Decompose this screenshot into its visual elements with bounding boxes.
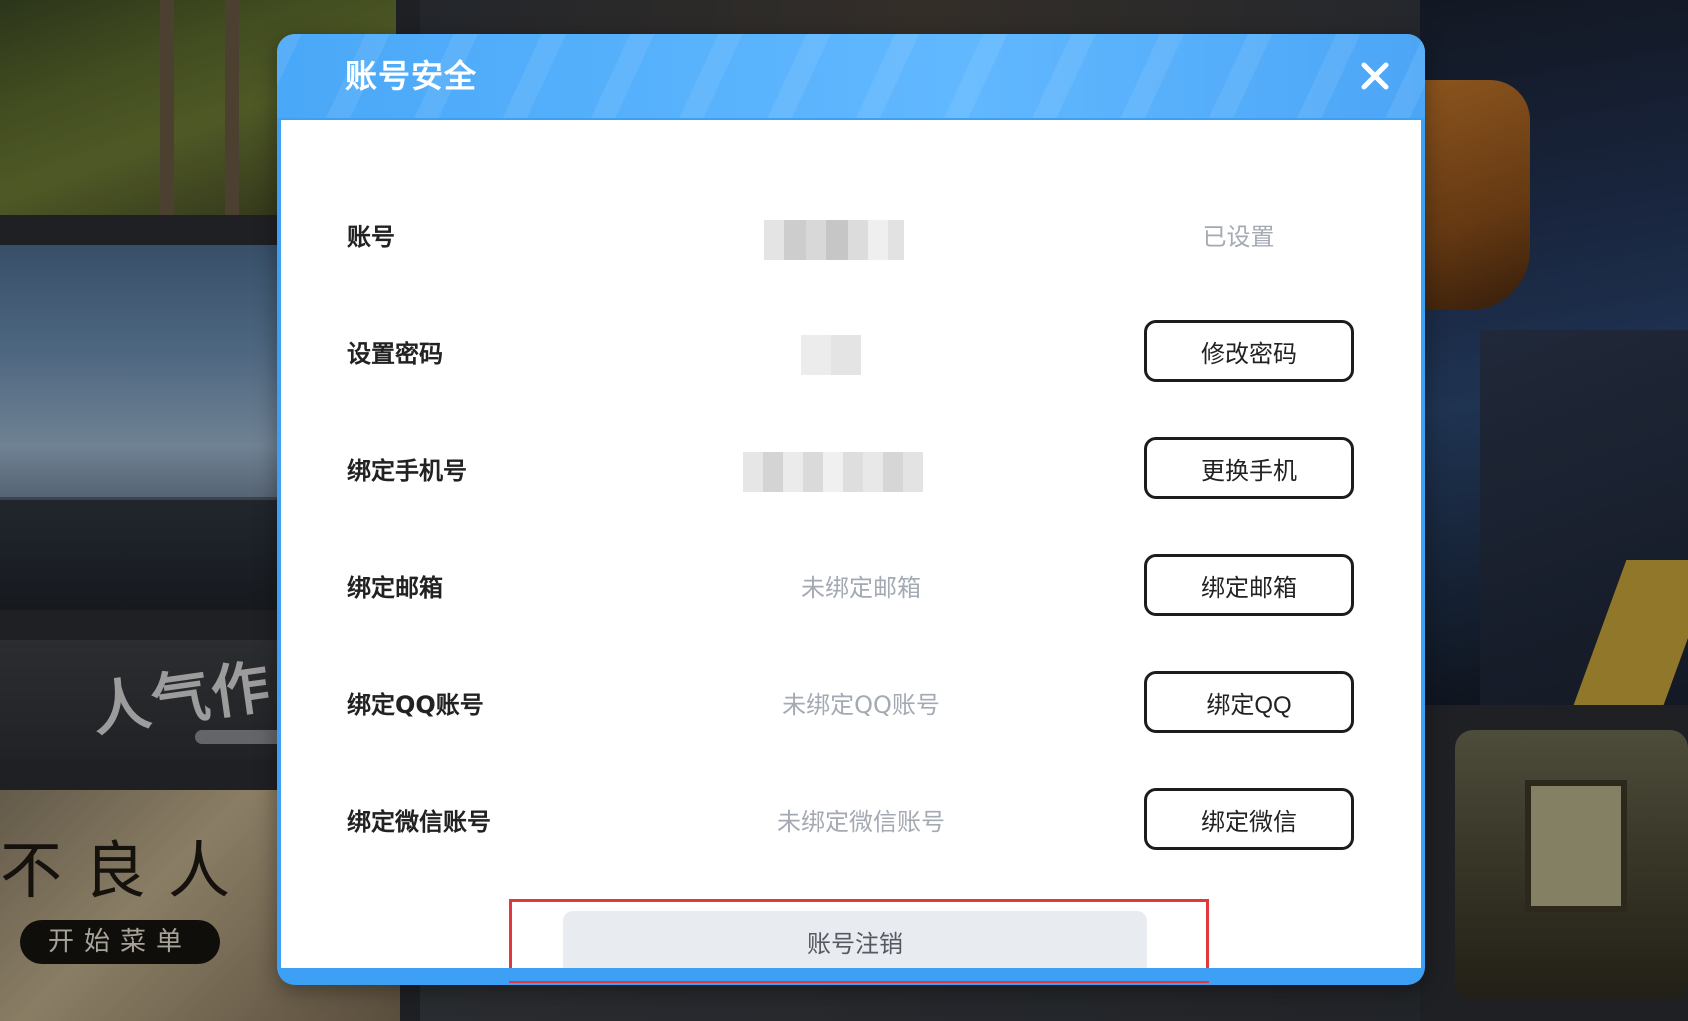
row-password: 设置密码 修改密码 bbox=[281, 315, 1421, 393]
wechat-value-text: 未绑定微信账号 bbox=[777, 808, 945, 836]
qq-value-text: 未绑定QQ账号 bbox=[782, 691, 940, 719]
row-email: 绑定邮箱 未绑定邮箱 绑定邮箱 bbox=[281, 549, 1421, 627]
bind-qq-button[interactable]: 绑定QQ bbox=[1144, 671, 1354, 733]
account-status-text: 已设置 bbox=[1202, 223, 1275, 251]
dialog-header: 账号安全 bbox=[277, 34, 1425, 118]
row-label-wechat: 绑定微信账号 bbox=[347, 808, 491, 836]
close-icon[interactable] bbox=[1353, 54, 1397, 98]
dialog-title: 账号安全 bbox=[345, 57, 478, 95]
row-label-account: 账号 bbox=[347, 223, 395, 251]
phone-value-masked bbox=[743, 452, 923, 492]
bind-wechat-button[interactable]: 绑定微信 bbox=[1144, 788, 1354, 850]
change-password-button[interactable]: 修改密码 bbox=[1144, 320, 1354, 382]
change-phone-button[interactable]: 更换手机 bbox=[1144, 437, 1354, 499]
account-security-dialog: 账号安全 账号 已设置 设置密码 修改密码 绑定手机号 更换手机 绑定邮箱 未绑… bbox=[277, 34, 1425, 985]
row-phone: 绑定手机号 更换手机 bbox=[281, 432, 1421, 510]
row-wechat: 绑定微信账号 未绑定微信账号 绑定微信 bbox=[281, 783, 1421, 861]
row-account: 账号 已设置 bbox=[281, 198, 1421, 276]
dialog-body: 账号 已设置 设置密码 修改密码 绑定手机号 更换手机 绑定邮箱 未绑定邮箱 绑… bbox=[281, 120, 1421, 983]
row-label-password: 设置密码 bbox=[347, 340, 443, 368]
row-label-phone: 绑定手机号 bbox=[347, 457, 467, 485]
row-qq: 绑定QQ账号 未绑定QQ账号 绑定QQ bbox=[281, 666, 1421, 744]
row-label-email: 绑定邮箱 bbox=[347, 574, 443, 602]
dialog-footer-bar bbox=[281, 968, 1421, 981]
account-value-masked bbox=[764, 220, 904, 260]
bind-email-button[interactable]: 绑定邮箱 bbox=[1144, 554, 1354, 616]
row-label-qq: 绑定QQ账号 bbox=[347, 691, 484, 719]
email-value-text: 未绑定邮箱 bbox=[801, 574, 921, 602]
password-value-masked bbox=[801, 335, 861, 375]
